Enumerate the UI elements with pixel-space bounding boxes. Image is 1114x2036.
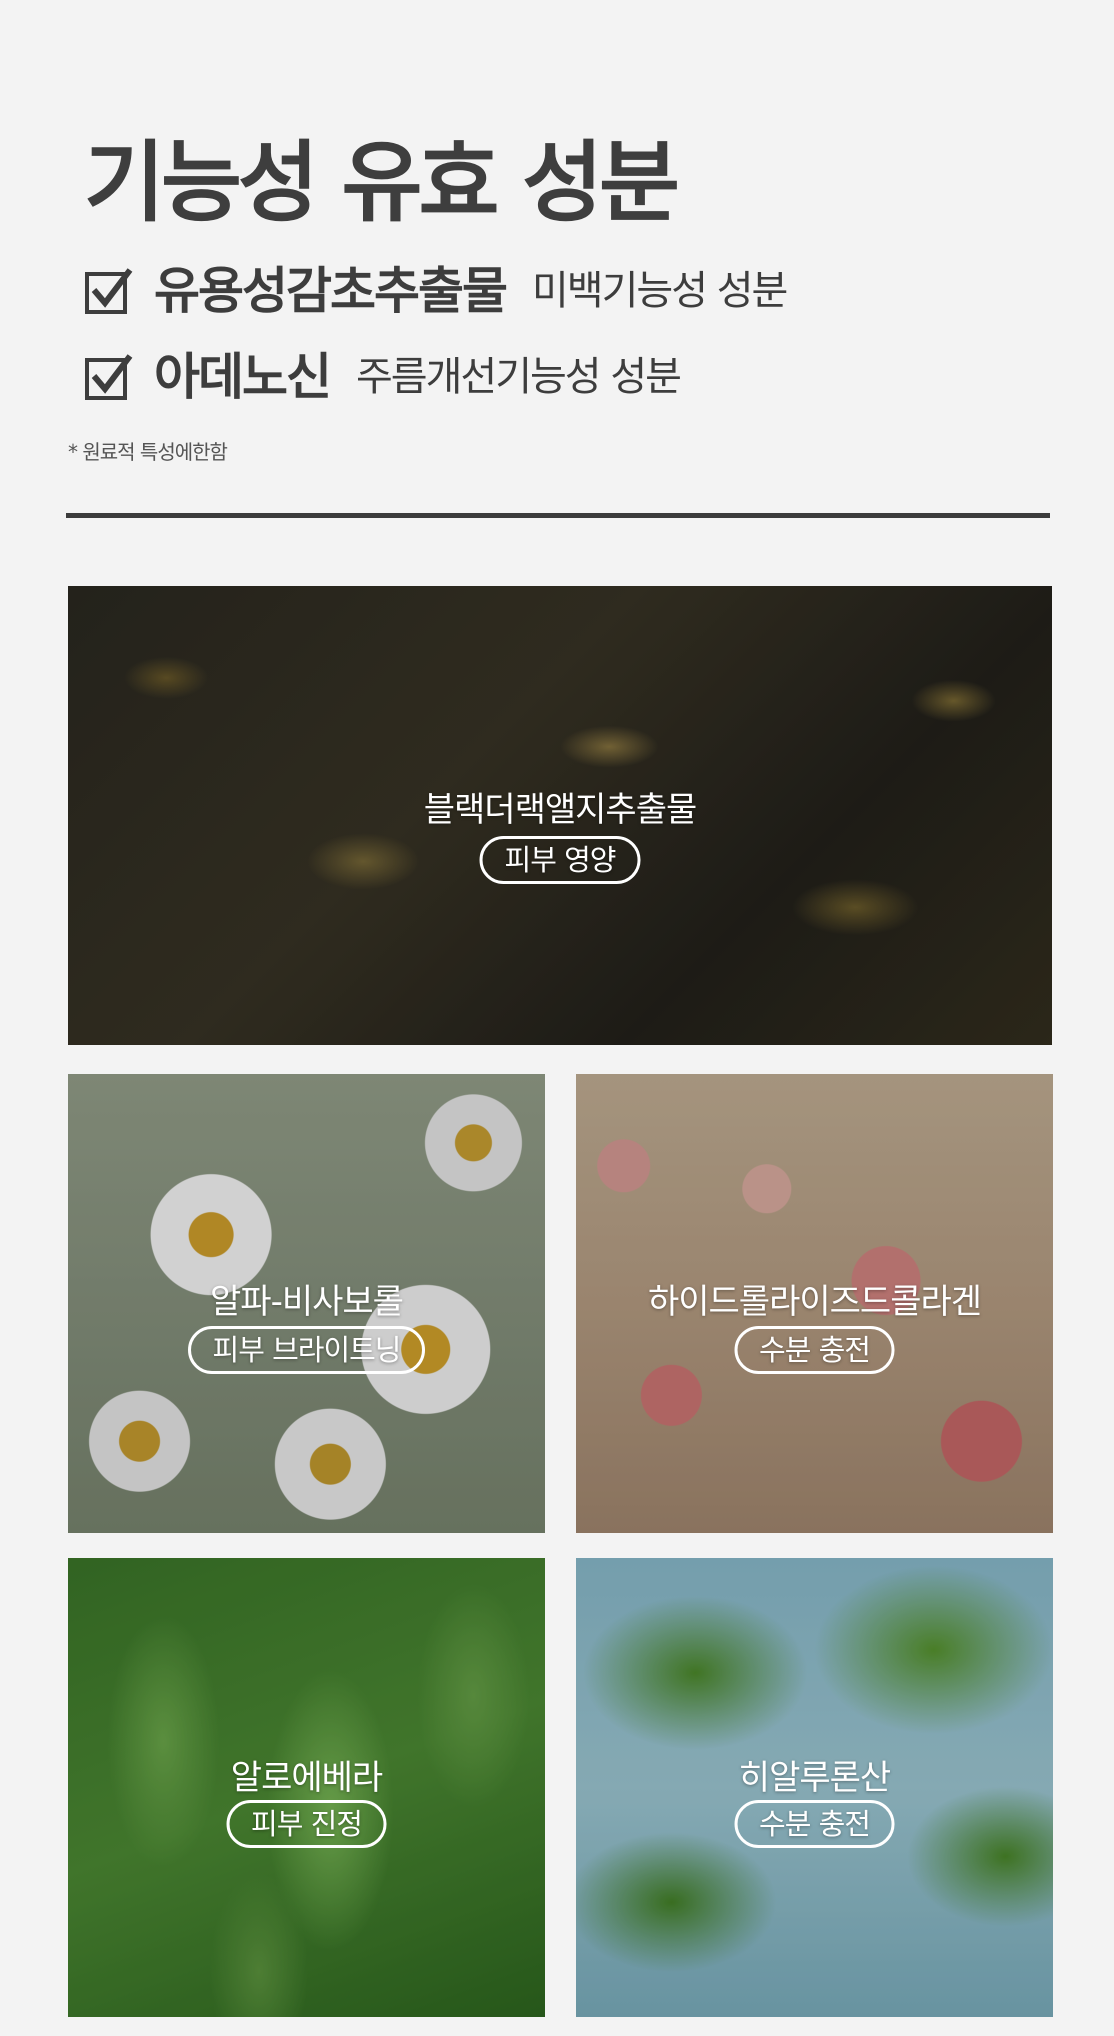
page-title: 기능성 유효 성분 <box>84 131 680 234</box>
tile-benefit-badge: 수분 충전 <box>734 1326 895 1374</box>
ingredient-tile-black-wrack: 블랙더랙앨지추출물 피부 영양 <box>68 586 1052 1045</box>
ingredient-row-licorice: 유용성감초추출물 미백기능성 성분 <box>84 261 788 321</box>
tile-benefit-badge: 피부 진정 <box>226 1800 387 1848</box>
divider <box>66 513 1050 518</box>
ingredient-tile-hyaluronic: 히알루론산 수분 충전 <box>576 1558 1053 2017</box>
checked-box-icon <box>84 352 134 402</box>
ingredient-name: 유용성감초추출물 <box>154 262 508 320</box>
tile-ingredient-name: 하이드롤라이즈드콜라겐 <box>647 1282 982 1322</box>
ingredient-tile-collagen: 하이드롤라이즈드콜라겐 수분 충전 <box>576 1074 1053 1533</box>
tile-ingredient-name: 알파-비사보롤 <box>210 1282 404 1322</box>
ingredient-name: 아데노신 <box>154 348 332 406</box>
ingredient-tile-bisabolol: 알파-비사보롤 피부 브라이트닝 <box>68 1074 545 1533</box>
checked-box-icon <box>84 266 134 316</box>
footnote: * 원료적 특성에한함 <box>68 440 228 464</box>
ingredient-row-adenosine: 아데노신 주름개선기능성 성분 <box>84 347 682 407</box>
ingredient-tile-aloe: 알로에베라 피부 진정 <box>68 1558 545 2017</box>
ingredient-description: 미백기능성 성분 <box>532 268 788 314</box>
ingredient-description: 주름개선기능성 성분 <box>356 354 682 400</box>
tile-benefit-badge: 피부 영양 <box>479 836 641 884</box>
tile-ingredient-name: 알로에베라 <box>230 1758 383 1798</box>
tile-benefit-badge: 수분 충전 <box>734 1800 895 1848</box>
tile-benefit-badge: 피부 브라이트닝 <box>187 1326 426 1374</box>
tile-ingredient-name: 블랙더랙앨지추출물 <box>423 790 698 830</box>
tile-ingredient-name: 히알루론산 <box>738 1758 891 1798</box>
